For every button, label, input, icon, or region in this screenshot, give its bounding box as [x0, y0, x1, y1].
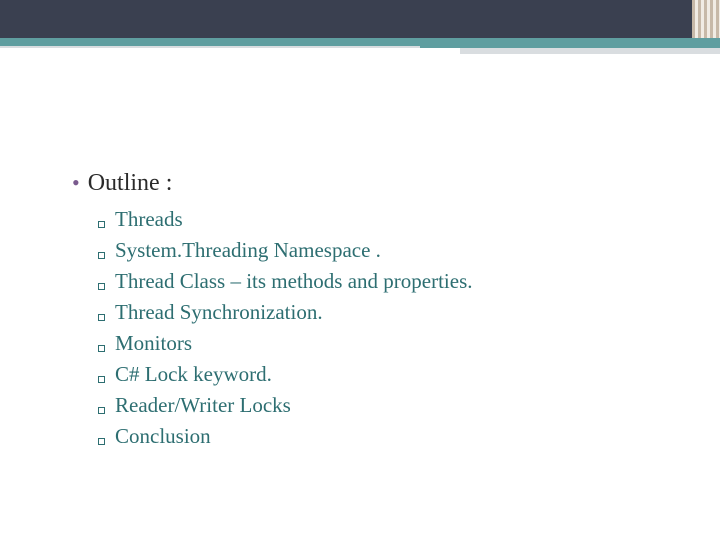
- list-item: Thread Synchronization.: [98, 300, 680, 325]
- outline-sublist: Threads System.Threading Namespace . Thr…: [98, 207, 680, 449]
- square-bullet-icon: [98, 252, 105, 259]
- list-item: Threads: [98, 207, 680, 232]
- header-accent-teal: [420, 38, 720, 48]
- square-bullet-icon: [98, 376, 105, 383]
- list-item-label: System.Threading Namespace .: [115, 238, 381, 263]
- content-area: • Outline : Threads System.Threading Nam…: [72, 170, 680, 455]
- list-item: C# Lock keyword.: [98, 362, 680, 387]
- list-item-label: Thread Class – its methods and propertie…: [115, 269, 473, 294]
- list-item-label: Monitors: [115, 331, 192, 356]
- header-bar-dark: [0, 0, 720, 38]
- list-item: System.Threading Namespace .: [98, 238, 680, 263]
- list-item: Monitors: [98, 331, 680, 356]
- list-item: Conclusion: [98, 424, 680, 449]
- square-bullet-icon: [98, 314, 105, 321]
- square-bullet-icon: [98, 407, 105, 414]
- list-item-label: Conclusion: [115, 424, 211, 449]
- square-bullet-icon: [98, 438, 105, 445]
- list-item-label: Thread Synchronization.: [115, 300, 323, 325]
- list-item: Thread Class – its methods and propertie…: [98, 269, 680, 294]
- square-bullet-icon: [98, 345, 105, 352]
- list-item: Reader/Writer Locks: [98, 393, 680, 418]
- outline-heading: Outline :: [88, 170, 173, 197]
- outline-heading-row: • Outline :: [72, 170, 680, 197]
- list-item-label: Reader/Writer Locks: [115, 393, 291, 418]
- header-accent-gray: [460, 48, 720, 54]
- bullet-dot-icon: •: [72, 172, 80, 194]
- slide: • Outline : Threads System.Threading Nam…: [0, 0, 720, 540]
- header-accent-stripes: [692, 0, 720, 38]
- list-item-label: Threads: [115, 207, 183, 232]
- square-bullet-icon: [98, 283, 105, 290]
- list-item-label: C# Lock keyword.: [115, 362, 272, 387]
- square-bullet-icon: [98, 221, 105, 228]
